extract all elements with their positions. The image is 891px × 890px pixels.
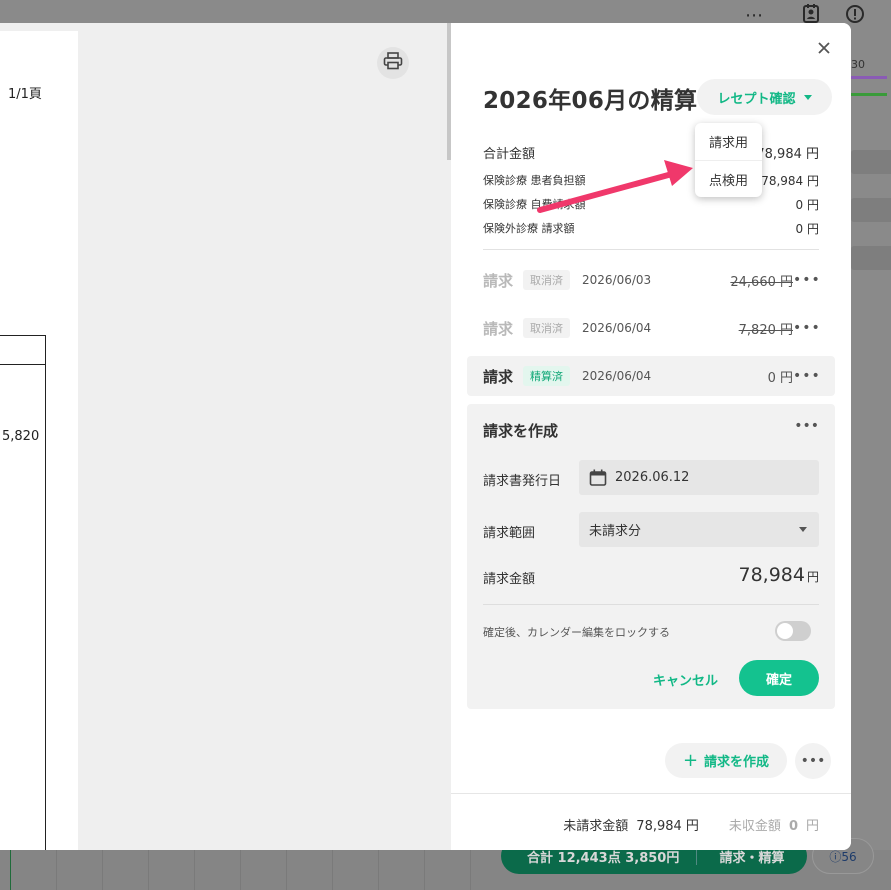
background-number: 30 xyxy=(851,58,865,71)
bill-amount-value: 78,984 円 xyxy=(739,564,820,586)
background-gridline xyxy=(148,850,149,890)
bill-row[interactable]: 請求 精算済 2026/06/04 0 円 ••• xyxy=(467,356,835,396)
summary-row-value: 0 円 xyxy=(795,222,819,236)
background-row xyxy=(851,246,891,270)
lock-calendar-label: 確定後、カレンダー編集をロックする xyxy=(483,626,670,639)
summary-row-label: 保険診療 患者負担額 xyxy=(483,174,586,187)
summary-total-row: 合計金額 78,984 円 xyxy=(483,143,819,162)
document-preview: 1/1頁 5,820 xyxy=(0,23,451,850)
summary-total-label: 合計金額 xyxy=(483,147,536,162)
plus-icon: + xyxy=(682,750,699,771)
background-gridline xyxy=(424,850,425,890)
summary-row-value: 0 円 xyxy=(795,198,819,212)
status-badge: 精算済 xyxy=(523,366,570,386)
close-icon xyxy=(817,36,831,60)
bill-date: 2026/06/03 xyxy=(582,273,652,287)
issue-date-field[interactable]: 2026.06.12 xyxy=(579,460,819,495)
summary-row-value: 78,984 円 xyxy=(761,174,819,188)
confirm-button[interactable]: 確定 xyxy=(739,660,819,696)
page-indicator: 1/1頁 xyxy=(8,87,42,102)
uncollected-value: 0 xyxy=(788,819,798,834)
create-card-divider xyxy=(483,604,819,605)
summary-row-label: 保険診療 自費請求額 xyxy=(483,198,586,211)
receipt-dropdown-menu: 請求用 点検用 xyxy=(695,123,762,197)
bill-amount: 24,660 円 xyxy=(730,274,793,290)
calendar-icon xyxy=(589,469,607,487)
print-button[interactable] xyxy=(377,47,409,79)
background-gridline xyxy=(332,850,333,890)
background-gridline xyxy=(56,850,57,890)
page-title: 2026年06月の精算 xyxy=(483,88,698,114)
bill-range-select[interactable]: 未請求分 xyxy=(579,512,819,547)
bill-title: 請求 xyxy=(483,319,514,338)
print-icon xyxy=(383,52,403,74)
more-options-icon: ••• xyxy=(800,753,826,769)
summary-total-value: 78,984 円 xyxy=(756,147,819,162)
add-bill-button[interactable]: + 請求を作成 xyxy=(665,743,787,778)
bill-amount-unit: 円 xyxy=(806,570,819,584)
more-options-button[interactable]: ••• xyxy=(795,743,831,779)
bill-row[interactable]: 請求 取消済 2026/06/04 7,820 円 ••• xyxy=(467,308,835,348)
more-options-icon[interactable]: ••• xyxy=(793,368,820,384)
menu-item-inspection[interactable]: 点検用 xyxy=(695,160,762,197)
summary-row-label: 保険外診療 請求額 xyxy=(483,222,575,235)
background-gridline xyxy=(378,850,379,890)
uncollected-label: 未収金額 xyxy=(728,819,781,834)
preview-table xyxy=(0,335,46,850)
background-bar-green xyxy=(851,93,887,96)
uncollected-unit: 円 xyxy=(805,819,819,834)
background-gridline xyxy=(286,850,287,890)
menu-item-billing[interactable]: 請求用 xyxy=(695,123,762,160)
preview-paper: 1/1頁 5,820 xyxy=(0,31,78,850)
create-bill-card: 請求を作成 ••• 請求書発行日 2026.06.12 請求範囲 未請求分 請求… xyxy=(467,404,835,709)
background-gridline xyxy=(240,850,241,890)
bill-date: 2026/06/04 xyxy=(582,369,652,383)
footer-totals: 未請求金額 78,984 円 未収金額 0 円 xyxy=(563,815,819,834)
background-row xyxy=(851,198,891,222)
chevron-down-icon xyxy=(803,94,812,100)
cancel-button[interactable]: キャンセル xyxy=(653,670,718,689)
create-bill-title: 請求を作成 xyxy=(483,422,559,440)
footer-divider xyxy=(451,793,851,794)
background-gridline xyxy=(10,850,11,890)
bill-amount: 0 円 xyxy=(767,370,793,386)
bill-range-label: 請求範囲 xyxy=(483,526,536,541)
bill-date: 2026/06/04 xyxy=(582,321,652,335)
close-button[interactable] xyxy=(813,37,835,59)
bill-title: 請求 xyxy=(483,367,514,386)
unbilled-label: 未請求金額 xyxy=(563,819,629,834)
receipt-check-label: レセプト確認 xyxy=(717,91,796,107)
summary-row: 保険診療 患者負担額 78,984 円 xyxy=(483,172,819,189)
issue-date-value: 2026.06.12 xyxy=(615,470,690,485)
bill-row[interactable]: 請求 取消済 2026/06/03 24,660 円 ••• xyxy=(467,260,835,300)
more-options-icon[interactable]: ••• xyxy=(794,418,819,434)
background-bar-purple xyxy=(851,76,887,79)
issue-date-label: 請求書発行日 xyxy=(483,474,562,489)
unbilled-value: 78,984 円 xyxy=(636,819,699,834)
status-badge: 取消済 xyxy=(523,318,570,338)
bill-amount-label: 請求金額 xyxy=(483,572,536,587)
background-gridline xyxy=(102,850,103,890)
summary-row: 保険外診療 請求額 0 円 xyxy=(483,220,819,237)
more-options-icon[interactable]: ••• xyxy=(793,320,820,336)
bill-title: 請求 xyxy=(483,271,514,290)
settlement-modal: 1/1頁 5,820 2026年06月の精算 レセプト確認 合計金額 78,98… xyxy=(0,23,851,850)
lock-calendar-toggle[interactable] xyxy=(775,621,811,641)
bill-amount: 7,820 円 xyxy=(738,322,793,338)
background-gridline xyxy=(470,850,471,890)
add-bill-label: 請求を作成 xyxy=(704,755,770,770)
bill-amount-number: 78,984 xyxy=(738,564,805,586)
background-gridline xyxy=(194,850,195,890)
summary-row: 保険診療 自費請求額 0 円 xyxy=(483,196,819,213)
preview-table-value: 5,820 xyxy=(2,429,40,444)
more-options-icon[interactable]: ••• xyxy=(793,272,820,288)
receipt-check-button[interactable]: レセプト確認 xyxy=(697,79,832,115)
chevron-down-icon xyxy=(799,527,807,532)
bill-range-value: 未請求分 xyxy=(589,524,642,539)
summary-divider xyxy=(483,249,819,250)
settlement-panel: 2026年06月の精算 レセプト確認 合計金額 78,984 円 保険診療 患者… xyxy=(451,23,851,850)
background-row xyxy=(851,150,891,174)
status-badge: 取消済 xyxy=(523,270,570,290)
